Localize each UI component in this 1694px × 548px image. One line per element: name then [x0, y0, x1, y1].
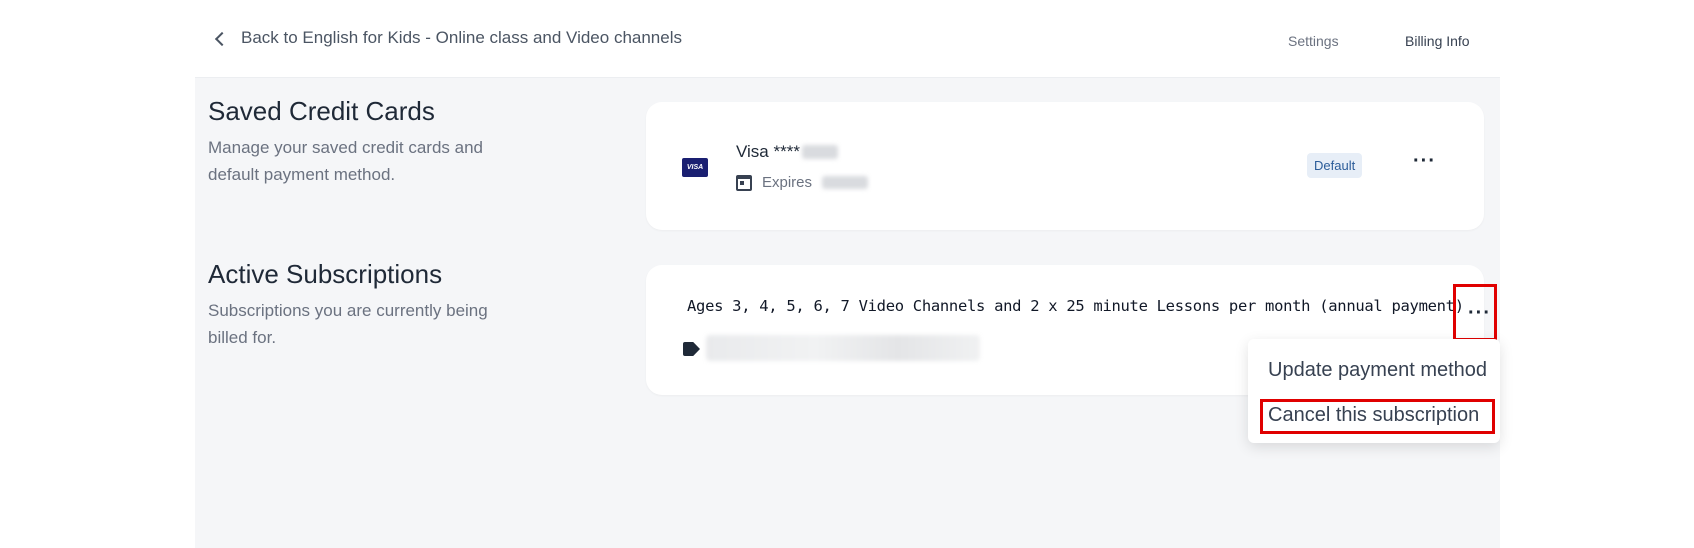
back-link[interactable]: Back to English for Kids - Online class …: [211, 28, 682, 48]
active-subscriptions-title: Active Subscriptions: [208, 259, 443, 289]
visa-logo-icon: VISA: [682, 158, 708, 177]
billing-page: Back to English for Kids - Online class …: [195, 0, 1500, 548]
main-content: Saved Credit Cards Manage your saved cre…: [195, 78, 1500, 548]
more-button-highlight: [1453, 284, 1497, 341]
subscription-name: Ages 3, 4, 5, 6, 7 Video Channels and 2 …: [687, 297, 1464, 315]
tag-icon: [683, 342, 700, 356]
top-bar: Back to English for Kids - Online class …: [195, 0, 1500, 78]
calendar-icon: [736, 174, 752, 191]
default-badge: Default: [1307, 153, 1363, 178]
nav-billing-info[interactable]: Billing Info: [1405, 33, 1470, 49]
cancel-highlight: [1260, 399, 1495, 434]
card-more-icon[interactable]: ···: [1413, 151, 1436, 171]
expires-label: Expires: [762, 174, 813, 191]
update-payment-method-item[interactable]: Update payment method: [1268, 359, 1487, 382]
saved-cards-title: Saved Credit Cards: [208, 96, 435, 126]
saved-cards-description: Manage your saved credit cards and defau…: [208, 138, 483, 184]
nav-settings[interactable]: Settings: [1288, 33, 1339, 49]
credit-card-item: VISA Visa **** Expires Default ···: [646, 102, 1484, 230]
active-subscriptions-description: Subscriptions you are currently being bi…: [208, 301, 488, 347]
card-expiry: Expires: [736, 174, 869, 191]
card-digits-redacted: [801, 145, 838, 159]
card-name-label: Visa ****: [736, 142, 800, 161]
chevron-left-icon: [214, 31, 230, 46]
subscription-price-redacted: [706, 335, 980, 361]
back-link-label: Back to English for Kids - Online class …: [241, 28, 682, 47]
expiry-date-redacted: [822, 176, 869, 189]
card-name: Visa ****: [736, 142, 838, 162]
